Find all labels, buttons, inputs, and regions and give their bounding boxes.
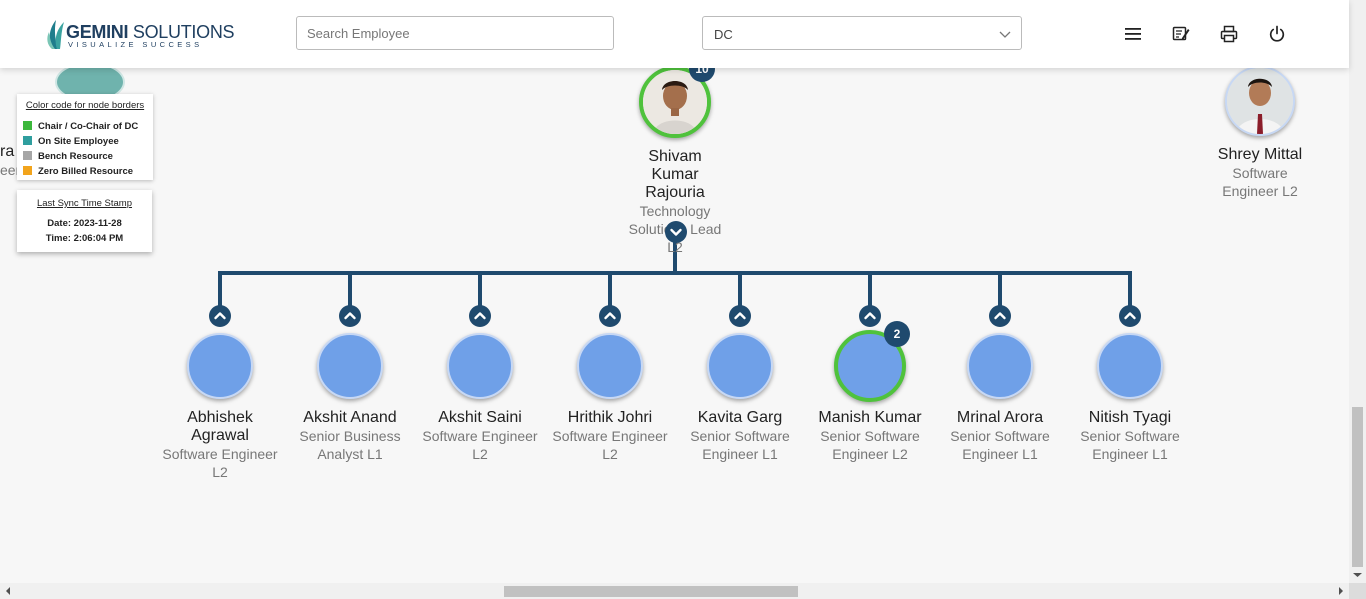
logo-name-rest: SOLUTIONS bbox=[128, 22, 235, 42]
peer-name: Shrey Mittal bbox=[1217, 146, 1303, 163]
horizontal-scrollbar[interactable] bbox=[0, 583, 1349, 599]
employee-node[interactable]: Akshit Saini Software Engineer L2 bbox=[410, 333, 550, 463]
employee-avatar[interactable] bbox=[707, 333, 773, 399]
employee-node[interactable]: Mrinal Arora Senior Software Engineer L1 bbox=[930, 333, 1070, 463]
scroll-right-arrow-icon[interactable] bbox=[1336, 583, 1346, 599]
employee-name: Hrithik Johri bbox=[567, 409, 653, 426]
dc-select-value: DC bbox=[714, 27, 733, 42]
expand-chevron-icon[interactable] bbox=[729, 305, 751, 327]
employee-designation: Software Engineer L2 bbox=[422, 428, 538, 462]
employee-designation: Senior Business Analyst L1 bbox=[299, 428, 401, 462]
logo-name-bold: GEMINI bbox=[66, 22, 129, 42]
employee-avatar[interactable] bbox=[1097, 333, 1163, 399]
employee-avatar[interactable] bbox=[967, 333, 1033, 399]
peer-designation: Software Engineer L2 bbox=[1222, 165, 1298, 199]
expand-chevron-icon[interactable] bbox=[1119, 305, 1141, 327]
logo-tagline: VISUALIZE SUCCESS bbox=[68, 40, 203, 49]
menu-icon[interactable] bbox=[1123, 24, 1143, 44]
search-employee-input[interactable] bbox=[296, 16, 614, 50]
employee-node[interactable]: Nitish Tyagi Senior Software Engineer L1 bbox=[1060, 333, 1200, 463]
person-photo-icon bbox=[1227, 68, 1293, 134]
expand-chevron-icon[interactable] bbox=[339, 305, 361, 327]
employee-name: Nitish Tyagi bbox=[1088, 409, 1172, 426]
employee-name: Abhishek Agrawal bbox=[187, 409, 253, 444]
top-header: GEMINI SOLUTIONS VISUALIZE SUCCESS DC bbox=[0, 0, 1349, 68]
employee-name: Kavita Garg bbox=[697, 409, 783, 426]
collapse-chevron-icon[interactable] bbox=[665, 221, 687, 243]
employee-name: Manish Kumar bbox=[818, 409, 922, 426]
expand-chevron-icon[interactable] bbox=[209, 305, 231, 327]
employee-name: Akshit Saini bbox=[438, 409, 522, 426]
peer-photo[interactable] bbox=[1225, 66, 1295, 136]
employee-node[interactable]: Akshit Anand Senior Business Analyst L1 bbox=[280, 333, 420, 463]
chevron-down-icon bbox=[999, 31, 1011, 38]
employee-designation: Senior Software Engineer L1 bbox=[950, 428, 1050, 462]
employee-node[interactable]: Manish Kumar Senior Software Engineer L2 bbox=[800, 330, 940, 463]
employee-node[interactable]: Hrithik Johri Software Engineer L2 bbox=[540, 333, 680, 463]
scrollbar-corner bbox=[1349, 583, 1366, 599]
employee-name: Akshit Anand bbox=[303, 409, 397, 426]
horizontal-scroll-thumb[interactable] bbox=[504, 586, 798, 597]
employee-name: Mrinal Arora bbox=[956, 409, 1044, 426]
employee-node[interactable]: Kavita Garg Senior Software Engineer L1 bbox=[670, 333, 810, 463]
expand-chevron-icon[interactable] bbox=[989, 305, 1011, 327]
employee-avatar[interactable] bbox=[447, 333, 513, 399]
print-icon[interactable] bbox=[1219, 24, 1239, 44]
employee-designation: Senior Software Engineer L1 bbox=[690, 428, 790, 462]
employee-designation: Software Engineer L2 bbox=[162, 446, 278, 480]
employee-designation: Senior Software Engineer L2 bbox=[820, 428, 920, 462]
vertical-scroll-thumb[interactable] bbox=[1352, 407, 1363, 567]
expand-chevron-icon[interactable] bbox=[859, 305, 881, 327]
edit-note-icon[interactable] bbox=[1171, 24, 1191, 44]
employee-node[interactable]: Abhishek Agrawal Software Engineer L2 bbox=[150, 333, 290, 481]
employee-avatar[interactable] bbox=[317, 333, 383, 399]
employee-avatar[interactable] bbox=[187, 333, 253, 399]
leaf-logo-icon bbox=[47, 20, 64, 49]
employee-avatar[interactable] bbox=[577, 333, 643, 399]
expand-chevron-icon[interactable] bbox=[469, 305, 491, 327]
employee-designation: Software Engineer L2 bbox=[552, 428, 668, 462]
vertical-scrollbar[interactable] bbox=[1349, 0, 1366, 583]
peer-node[interactable]: Shrey Mittal Software Engineer L2 bbox=[1190, 66, 1330, 200]
dc-select[interactable]: DC bbox=[702, 16, 1022, 50]
scroll-down-arrow-icon[interactable] bbox=[1349, 570, 1366, 580]
employee-designation: Senior Software Engineer L1 bbox=[1080, 428, 1180, 462]
power-icon[interactable] bbox=[1267, 24, 1287, 44]
expand-chevron-icon[interactable] bbox=[599, 305, 621, 327]
lead-name: Shivam Kumar Rajouria bbox=[645, 148, 705, 201]
report-count-badge: 2 bbox=[884, 321, 910, 347]
scroll-left-arrow-icon[interactable] bbox=[3, 583, 13, 599]
